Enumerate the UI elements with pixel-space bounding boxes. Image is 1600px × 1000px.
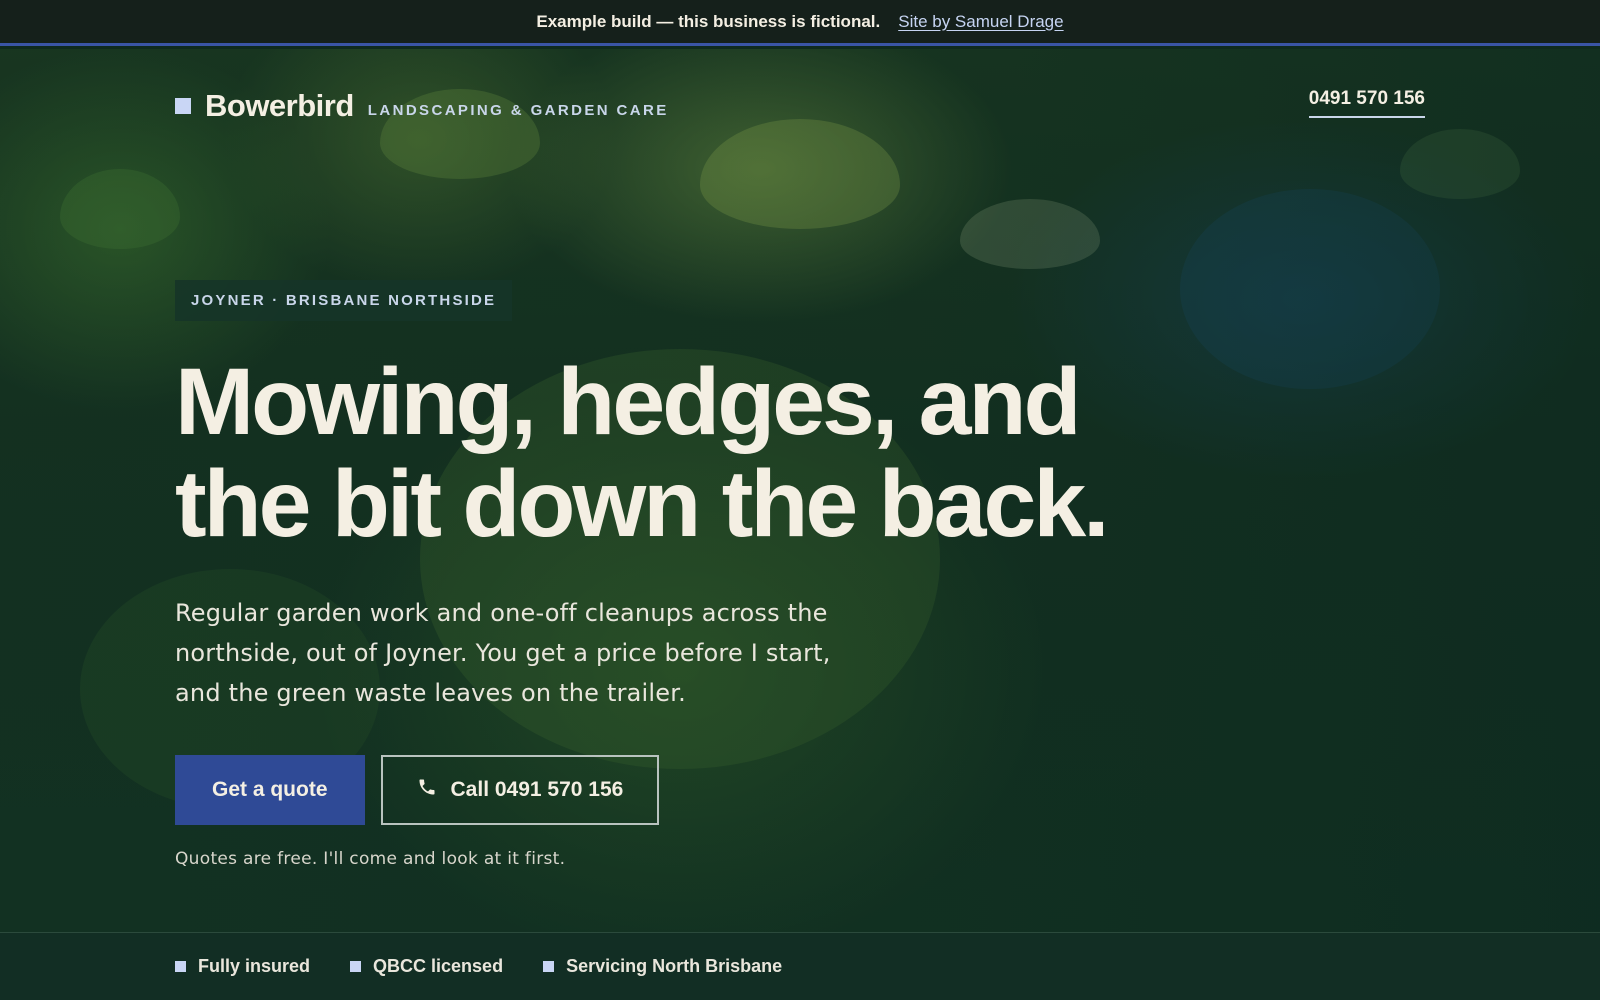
trust-item-label: Servicing North Brisbane	[566, 956, 783, 976]
brand-name[interactable]: Bowerbird	[205, 88, 354, 124]
call-button-label: Call 0491 570 156	[450, 778, 624, 801]
trust-strip: Fully insured QBCC licensed Servicing No…	[0, 932, 1600, 1000]
square-bullet-icon	[175, 961, 186, 972]
site-header: Bowerbird LANDSCAPING & GARDEN CARE 0491…	[175, 84, 1425, 128]
demo-banner: Example build — this business is fiction…	[0, 0, 1600, 46]
trust-item: Fully insured	[175, 956, 310, 977]
logo-mark	[175, 98, 191, 114]
hero-headline: Mowing, hedges, and the bit down the bac…	[175, 349, 1110, 557]
quote-reassurance: Quotes are free. I'll come and look at i…	[175, 849, 566, 869]
trust-item-label: QBCC licensed	[373, 956, 504, 976]
hero-lede: Regular garden work and one-off cleanups…	[175, 599, 831, 707]
brand-tagline: LANDSCAPING & GARDEN CARE	[367, 101, 669, 119]
get-quote-button[interactable]: Get a quote	[175, 755, 365, 825]
demo-note: Example build — this business is fiction…	[536, 11, 881, 31]
trust-item-label: Fully insured	[198, 956, 311, 976]
get-quote-label: Get a quote	[212, 778, 328, 801]
phone-icon	[417, 777, 437, 803]
hero-content: JOYNER · BRISBANE NORTHSIDE Mowing, hedg…	[175, 280, 1275, 869]
cta-row: Get a quote Call 0491 570 156	[175, 755, 1275, 825]
site-credit-link[interactable]: Site by Samuel Drage	[898, 12, 1063, 32]
square-bullet-icon	[543, 961, 555, 972]
trust-item: QBCC licensed	[350, 956, 503, 977]
call-button[interactable]: Call 0491 570 156	[380, 755, 660, 825]
location-badge: JOYNER · BRISBANE NORTHSIDE	[175, 280, 513, 321]
header-phone-link[interactable]: 0491 570 156	[1308, 88, 1425, 118]
trust-item: Servicing North Brisbane	[543, 956, 782, 977]
square-bullet-icon	[350, 961, 362, 972]
